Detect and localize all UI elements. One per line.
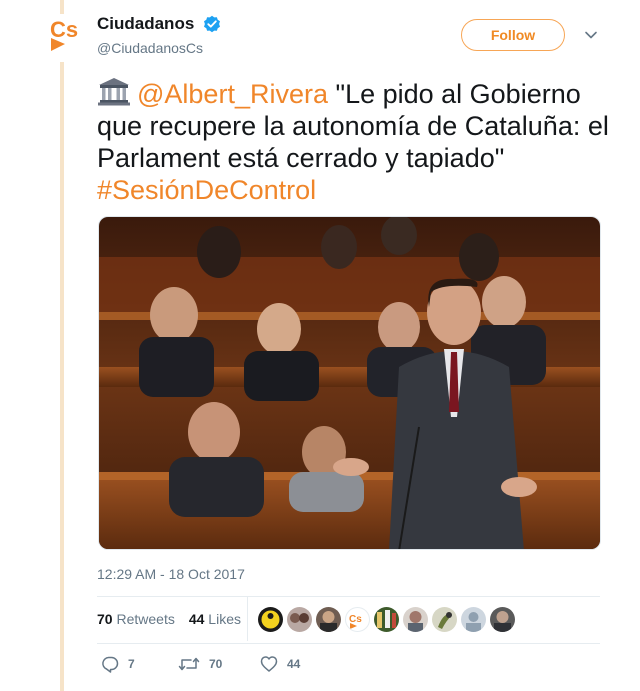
liker-avatar[interactable] — [432, 607, 457, 632]
svg-text:Cs: Cs — [349, 614, 362, 625]
tweet-timestamp[interactable]: 12:29 AM - 18 Oct 2017 — [97, 566, 245, 582]
liker-avatar[interactable]: Cs — [345, 607, 370, 632]
logo-text: Cs — [50, 17, 78, 42]
thread-line-top — [60, 0, 64, 14]
username-handle[interactable]: @CiudadanosCs — [97, 40, 221, 56]
retweets-label: Retweets — [116, 611, 175, 627]
stats-separator — [247, 597, 248, 641]
verified-badge-icon — [203, 15, 221, 33]
divider — [97, 643, 600, 644]
retweets-count: 70 — [97, 611, 113, 627]
liker-avatar[interactable] — [316, 607, 341, 632]
hashtag-link[interactable]: #SesiónDeControl — [97, 175, 316, 205]
retweets-stat[interactable]: 70 Retweets — [97, 611, 175, 627]
reply-count: 7 — [128, 657, 135, 671]
retweet-icon — [178, 657, 200, 671]
liker-avatar[interactable] — [461, 607, 486, 632]
mention-link[interactable]: @Albert_Rivera — [137, 79, 328, 109]
divider — [97, 596, 600, 597]
likes-count: 44 — [188, 611, 205, 627]
display-name[interactable]: Ciudadanos — [97, 14, 194, 34]
tweet-text: @Albert_Rivera "Le pido al Gobierno que … — [97, 76, 612, 206]
classical-building-icon — [97, 76, 131, 106]
tweet-photo[interactable] — [98, 216, 601, 550]
reply-button[interactable]: 7 — [101, 655, 135, 673]
reply-icon — [102, 656, 119, 673]
tweet-page: Cs Ciudadanos @CiudadanosCs Follow @Albe… — [0, 0, 640, 691]
liker-avatar[interactable] — [374, 607, 399, 632]
like-count: 44 — [287, 657, 301, 671]
like-button[interactable]: 44 — [260, 655, 300, 673]
retweet-count: 70 — [209, 657, 223, 671]
liker-avatar[interactable] — [490, 607, 515, 632]
likes-label: Likes — [208, 611, 241, 627]
heart-icon — [260, 656, 278, 672]
likes-stat[interactable]: 44 Likes — [189, 611, 241, 627]
liker-avatar[interactable] — [287, 607, 312, 632]
chevron-down-icon[interactable] — [584, 28, 598, 42]
author-block[interactable]: Ciudadanos @CiudadanosCs — [97, 14, 221, 56]
tweet-stats: 70 Retweets 44 Likes — [97, 611, 241, 627]
retweet-button[interactable]: 70 — [178, 655, 222, 673]
follow-button[interactable]: Follow — [461, 19, 565, 51]
liker-avatar[interactable] — [258, 607, 283, 632]
avatar[interactable]: Cs — [48, 16, 84, 56]
liker-avatar[interactable] — [403, 607, 428, 632]
ciudadanos-logo: Cs — [50, 17, 78, 51]
parliament-photo — [99, 217, 600, 549]
thread-line — [60, 62, 64, 691]
